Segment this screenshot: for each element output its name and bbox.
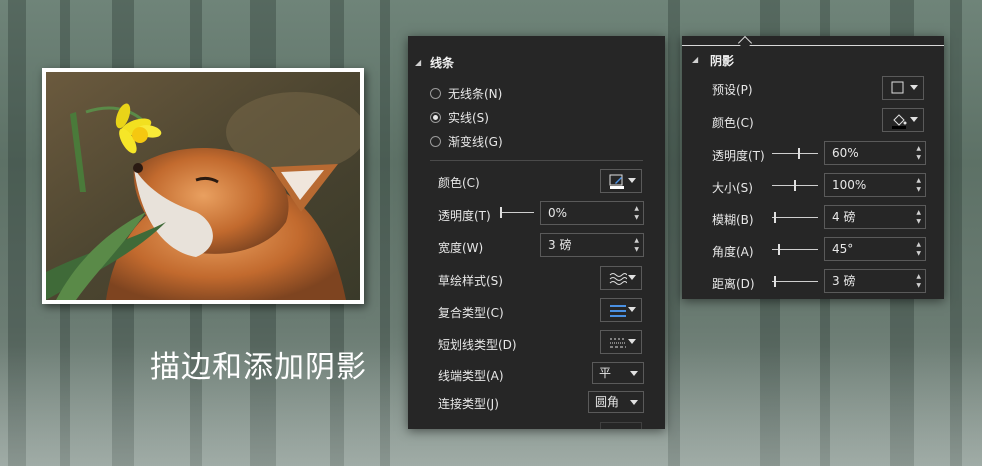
divider bbox=[430, 160, 643, 161]
transparency-label: 透明度(T) bbox=[438, 209, 491, 223]
panel-notch bbox=[737, 35, 753, 51]
radio-gradient-line-label[interactable]: 渐变线(G) bbox=[448, 133, 503, 150]
shadow-distance-input[interactable]: 3 磅 ▲ ▼ bbox=[824, 269, 926, 293]
cap-type-label: 线端类型(A) bbox=[438, 369, 504, 383]
shadow-color-button[interactable] bbox=[882, 108, 924, 132]
line-color-button[interactable] bbox=[600, 169, 642, 193]
panel-top-line bbox=[682, 45, 944, 46]
preset-label: 预设(P) bbox=[712, 83, 753, 97]
collapse-triangle-icon[interactable]: ◢ bbox=[692, 55, 698, 64]
section-title-shadow[interactable]: 阴影 bbox=[710, 52, 734, 69]
shadow-format-panel: ◢ 阴影 预设(P) 颜色(C) 透明度(T) 60% ▲ ▼ 大小(S) 100%… bbox=[682, 35, 944, 299]
transparency-input[interactable]: 0% ▲ ▼ bbox=[540, 201, 644, 225]
dash-lines-icon bbox=[610, 338, 626, 348]
radio-gradient-line[interactable] bbox=[430, 136, 441, 147]
width-label: 宽度(W) bbox=[438, 241, 484, 255]
radio-solid-line-label[interactable]: 实线(S) bbox=[448, 109, 489, 126]
compound-type-button[interactable] bbox=[600, 298, 642, 322]
shadow-transparency-input[interactable]: 60% ▲ ▼ bbox=[824, 141, 926, 165]
caption-title: 描边和添加阴影 bbox=[150, 350, 367, 385]
shadow-blur-slider[interactable] bbox=[772, 212, 818, 223]
line-format-panel: ◢ 线条 无线条(N) 实线(S) 渐变线(G) 颜色(C) 透明度(T) 0%… bbox=[408, 36, 665, 429]
fox-image bbox=[46, 72, 360, 300]
color-label: 颜色(C) bbox=[438, 176, 480, 190]
section-title-line[interactable]: 线条 bbox=[430, 54, 454, 71]
transparency-slider[interactable] bbox=[500, 207, 534, 218]
sketch-wave-icon bbox=[609, 273, 627, 285]
shadow-preset-icon bbox=[891, 81, 904, 94]
compound-lines-icon bbox=[610, 305, 626, 317]
shadow-color-label: 颜色(C) bbox=[712, 116, 754, 130]
join-type-label: 连接类型(J) bbox=[438, 397, 499, 411]
shadow-angle-slider[interactable] bbox=[772, 244, 818, 255]
collapse-triangle-icon[interactable]: ◢ bbox=[415, 58, 421, 67]
shadow-blur-input[interactable]: 4 磅 ▲ ▼ bbox=[824, 205, 926, 229]
radio-no-line[interactable] bbox=[430, 88, 441, 99]
compound-type-label: 复合类型(C) bbox=[438, 306, 504, 320]
dash-type-button[interactable] bbox=[600, 330, 642, 354]
shadow-size-input[interactable]: 100% ▲ ▼ bbox=[824, 173, 926, 197]
radio-no-line-label[interactable]: 无线条(N) bbox=[448, 85, 502, 102]
shadow-distance-label: 距离(D) bbox=[712, 277, 755, 291]
shadow-size-slider[interactable] bbox=[772, 180, 818, 191]
dash-type-label: 短划线类型(D) bbox=[438, 338, 517, 352]
sketch-style-label: 草绘样式(S) bbox=[438, 274, 503, 288]
shadow-distance-slider[interactable] bbox=[772, 276, 818, 287]
width-input[interactable]: 3 磅 ▲ ▼ bbox=[540, 233, 644, 257]
arrow-type-button[interactable] bbox=[600, 422, 642, 429]
shadow-preset-button[interactable] bbox=[882, 76, 924, 100]
radio-solid-line[interactable] bbox=[430, 112, 441, 123]
shadow-blur-label: 模糊(B) bbox=[712, 213, 754, 227]
shadow-angle-label: 角度(A) bbox=[712, 245, 754, 259]
paint-bucket-icon bbox=[892, 114, 907, 129]
pen-color-icon bbox=[609, 174, 624, 189]
shadow-size-label: 大小(S) bbox=[712, 181, 753, 195]
fox-photo[interactable] bbox=[42, 68, 364, 304]
shadow-angle-input[interactable]: 45° ▲ ▼ bbox=[824, 237, 926, 261]
shadow-transparency-label: 透明度(T) bbox=[712, 149, 765, 163]
shadow-transparency-slider[interactable] bbox=[772, 148, 818, 159]
join-type-select[interactable]: 圆角 bbox=[588, 391, 644, 413]
cap-type-select[interactable]: 平 bbox=[592, 362, 644, 384]
sketch-style-button[interactable] bbox=[600, 266, 642, 290]
